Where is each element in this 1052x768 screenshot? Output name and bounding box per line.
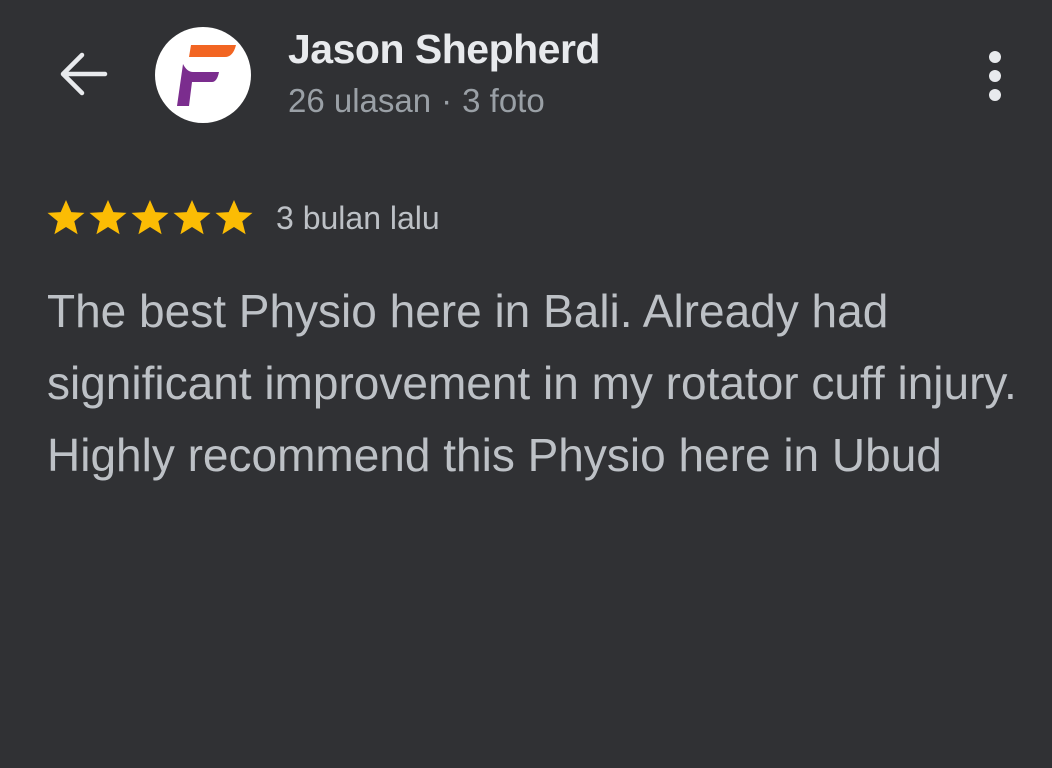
meta-separator: · (441, 82, 453, 119)
back-button[interactable] (52, 48, 114, 104)
review-date: 3 bulan lalu (276, 199, 440, 236)
more-vertical-icon-dot (989, 89, 1001, 101)
brand-f-logo-icon (177, 45, 236, 106)
rating-row: 3 bulan lalu (46, 196, 440, 240)
reviewer-name[interactable]: Jason Shepherd (288, 26, 600, 73)
star-icon (215, 200, 253, 235)
arrow-left-icon (58, 51, 108, 102)
avatar[interactable] (155, 27, 251, 123)
star-icon (173, 200, 211, 235)
more-vertical-icon-dot (989, 70, 1001, 82)
star-icon (131, 200, 169, 235)
review-count: 26 ulasan (288, 82, 432, 119)
more-vertical-icon-dot (989, 51, 1001, 63)
review-text: The best Physio here in Bali. Already ha… (47, 285, 1017, 481)
more-options-button[interactable] (970, 44, 1020, 108)
reviewer-meta: 26 ulasan · 3 foto (288, 82, 545, 120)
star-icon (47, 200, 85, 235)
photo-count: 3 foto (462, 82, 545, 119)
star-rating (46, 198, 254, 238)
star-icon (89, 200, 127, 235)
